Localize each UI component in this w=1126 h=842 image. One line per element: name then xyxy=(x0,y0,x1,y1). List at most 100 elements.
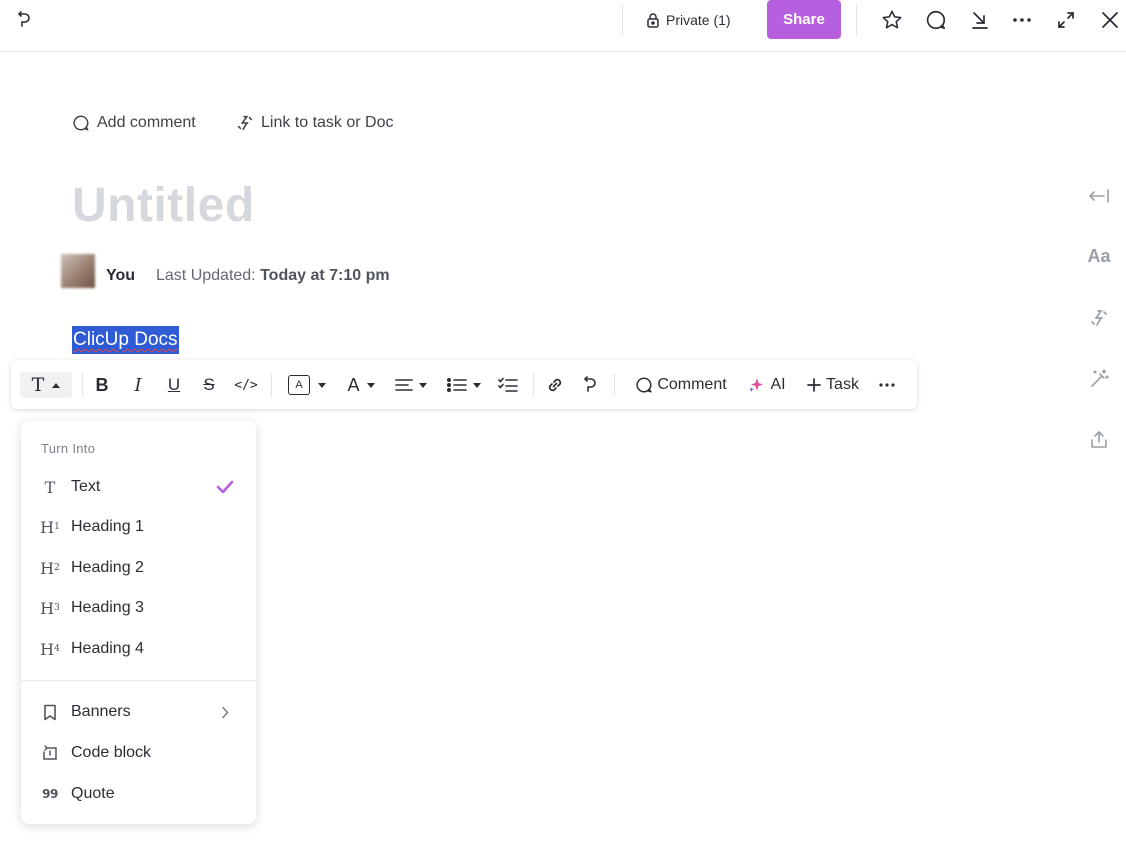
link-task-button[interactable]: Link to task or Doc xyxy=(236,113,394,133)
ai-button[interactable]: AI xyxy=(744,372,790,398)
heading-level-glyph: 3 xyxy=(54,603,60,613)
caret-up-icon xyxy=(52,382,61,388)
heading-level-glyph: 4 xyxy=(54,644,60,654)
menu-item-label: Text xyxy=(71,478,101,495)
relationships-icon[interactable] xyxy=(1087,306,1111,330)
more-options-button[interactable] xyxy=(875,372,899,398)
divider xyxy=(614,373,615,397)
menu-item-label: Code block xyxy=(71,744,152,761)
menu-item-label: Heading 4 xyxy=(71,640,144,657)
text-style-icon: T xyxy=(31,374,45,396)
share-button[interactable]: Share xyxy=(767,0,841,39)
heading-level-glyph: 1 xyxy=(54,522,60,532)
menu-item-heading-1[interactable]: H1 Heading 1 xyxy=(21,509,256,545)
create-task-button[interactable]: Task xyxy=(803,372,863,398)
divider xyxy=(271,373,272,397)
underline-button[interactable]: U xyxy=(163,372,185,398)
add-comment-label: Add comment xyxy=(97,114,196,131)
selected-text-block[interactable]: ClicUp Docs xyxy=(72,326,179,354)
link-task-label: Link to task or Doc xyxy=(261,114,394,131)
menu-item-label: Heading 2 xyxy=(71,559,144,576)
menu-item-label: Heading 1 xyxy=(71,518,144,535)
checkmark-icon xyxy=(216,480,234,494)
heading-2-icon: H2 xyxy=(39,557,61,579)
menu-divider xyxy=(21,680,256,681)
text-style-button[interactable]: T xyxy=(20,372,72,398)
code-block-icon xyxy=(39,742,61,764)
turn-into-menu: Turn Into T Text H1 Heading 1 H2 Heading… xyxy=(21,421,256,824)
strikethrough-button[interactable]: S xyxy=(198,372,220,398)
last-updated-label: Last Updated: xyxy=(156,267,256,284)
top-bar: Private (1) Share xyxy=(0,0,1126,40)
menu-item-heading-4[interactable]: H4 Heading 4 xyxy=(21,631,256,667)
divider xyxy=(533,373,534,397)
comment-label: Comment xyxy=(657,376,727,393)
caret-down-icon xyxy=(318,382,326,388)
magic-wand-icon[interactable] xyxy=(1087,367,1111,391)
privacy-label: Private (1) xyxy=(666,12,731,28)
selected-text: ClicUp Docs xyxy=(73,329,178,350)
font-settings-icon[interactable]: Aa xyxy=(1087,244,1111,268)
undo-icon[interactable] xyxy=(12,8,36,32)
chevron-right-icon xyxy=(221,706,229,719)
move-down-icon[interactable] xyxy=(968,8,992,32)
expand-icon[interactable] xyxy=(1054,8,1078,32)
bullet-list-icon xyxy=(447,378,467,392)
menu-item-heading-2[interactable]: H2 Heading 2 xyxy=(21,550,256,586)
link-button[interactable] xyxy=(544,372,566,398)
export-icon[interactable] xyxy=(1087,428,1111,452)
comment-icon[interactable] xyxy=(924,8,948,32)
heading-3-icon: H3 xyxy=(39,597,61,619)
ai-label: AI xyxy=(770,376,786,393)
checklist-icon xyxy=(498,377,518,393)
link-icon xyxy=(236,114,254,132)
rotate-button[interactable] xyxy=(579,372,601,398)
close-icon[interactable] xyxy=(1098,8,1122,32)
heading-glyph: H xyxy=(40,558,55,578)
bold-button[interactable]: B xyxy=(91,372,113,398)
divider xyxy=(82,373,83,397)
bookmark-icon xyxy=(39,701,61,723)
highlight-button[interactable]: A xyxy=(283,372,331,398)
heading-glyph: H xyxy=(40,639,55,659)
checklist-button[interactable] xyxy=(497,372,519,398)
heading-glyph: H xyxy=(40,598,55,618)
link-icon xyxy=(545,375,565,395)
comment-button[interactable]: Comment xyxy=(628,372,734,398)
add-comment-button[interactable]: Add comment xyxy=(72,113,196,133)
more-icon[interactable] xyxy=(1010,8,1034,32)
ai-sparkle-icon xyxy=(748,377,764,393)
bullet-list-button[interactable] xyxy=(443,372,485,398)
menu-item-label: Heading 3 xyxy=(71,599,144,616)
star-icon[interactable] xyxy=(880,8,904,32)
heading-glyph: H xyxy=(40,517,55,537)
heading-level-glyph: 2 xyxy=(54,563,60,573)
italic-button[interactable]: I xyxy=(127,372,149,398)
menu-item-code-block[interactable]: Code block xyxy=(21,735,256,771)
inline-code-button[interactable]: </> xyxy=(233,372,259,398)
last-updated: Last Updated: Today at 7:10 pm xyxy=(156,267,390,285)
align-button[interactable] xyxy=(391,372,431,398)
menu-item-text[interactable]: T Text xyxy=(21,469,256,505)
more-icon xyxy=(878,382,896,388)
privacy-button[interactable]: Private (1) xyxy=(646,8,731,32)
text-color-button[interactable]: A xyxy=(343,372,379,398)
formatting-toolbar: T B I U S </> A A Comment AI Task xyxy=(11,360,917,409)
menu-header: Turn Into xyxy=(41,441,96,456)
avatar xyxy=(61,254,95,288)
highlight-icon: A xyxy=(288,375,310,395)
comment-icon xyxy=(635,376,653,394)
comment-icon xyxy=(72,114,90,132)
menu-item-heading-3[interactable]: H3 Heading 3 xyxy=(21,590,256,626)
author-name: You xyxy=(106,267,136,284)
menu-item-quote[interactable]: 99 Quote xyxy=(21,776,256,812)
text-color-icon: A xyxy=(347,374,360,395)
divider xyxy=(622,4,623,36)
collapse-sidebar-icon[interactable] xyxy=(1087,184,1111,208)
plus-icon xyxy=(807,378,821,392)
doc-title[interactable]: Untitled xyxy=(72,178,255,233)
menu-item-banners[interactable]: Banners xyxy=(21,694,256,730)
caret-down-icon xyxy=(473,382,481,388)
align-left-icon xyxy=(395,378,413,392)
text-icon: T xyxy=(44,477,56,497)
